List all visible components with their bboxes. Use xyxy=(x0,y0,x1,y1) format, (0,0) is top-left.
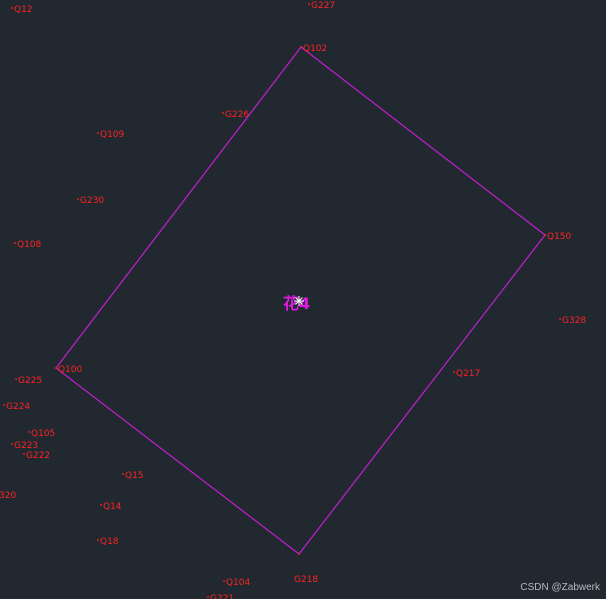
survey-point-marker xyxy=(11,7,13,9)
survey-point-marker xyxy=(300,46,302,48)
survey-point-label: G223 xyxy=(14,441,38,451)
survey-point-q15[interactable]: Q15 xyxy=(122,471,144,481)
survey-point-marker xyxy=(298,553,300,555)
survey-point-marker xyxy=(15,378,17,380)
survey-point-q18[interactable]: Q18 xyxy=(97,537,119,547)
survey-point-label: Q104 xyxy=(226,578,251,588)
survey-point-q12[interactable]: Q12 xyxy=(11,5,33,15)
survey-point-label: Q14 xyxy=(103,502,122,512)
parcel-center-label[interactable]: 花4 xyxy=(283,294,310,313)
survey-point-g328[interactable]: G328 xyxy=(559,316,586,326)
survey-point-label: G224 xyxy=(6,402,30,412)
survey-point-label: Q108 xyxy=(17,240,42,250)
survey-point-g224[interactable]: G224 xyxy=(3,402,30,412)
survey-point-label: Q15 xyxy=(125,471,144,481)
survey-point-q108[interactable]: Q108 xyxy=(14,240,42,250)
survey-point-label: Q105 xyxy=(31,429,55,439)
survey-point-label: Q102 xyxy=(303,44,327,54)
survey-point-marker xyxy=(14,242,16,244)
survey-point-label: Q100 xyxy=(58,365,83,375)
survey-point-g225[interactable]: G225 xyxy=(15,376,42,386)
survey-point-marker xyxy=(97,539,99,541)
survey-point-g226[interactable]: G226 xyxy=(222,110,249,120)
survey-point-g222[interactable]: G222 xyxy=(23,451,50,461)
survey-point-marker xyxy=(77,198,79,200)
survey-point-marker xyxy=(55,367,57,369)
drawing-surface[interactable]: Q12 G227 Q102 G226 Q109 G230 Q108 Q150 G328 G225 Q… xyxy=(0,0,606,599)
survey-point-marker xyxy=(23,453,25,455)
survey-point-label: Q109 xyxy=(100,130,125,140)
survey-point-marker xyxy=(544,234,546,236)
survey-point-marker xyxy=(308,3,310,5)
survey-point-marker xyxy=(100,504,102,506)
survey-point-marker xyxy=(11,443,13,445)
survey-point-marker xyxy=(3,404,5,406)
csdn-watermark: CSDN @Zabwerk xyxy=(520,582,600,593)
survey-point-g227[interactable]: G227 xyxy=(308,1,335,11)
survey-point-q102[interactable]: Q102 xyxy=(300,44,327,54)
survey-point-label: Q150 xyxy=(547,232,572,242)
survey-point-q105[interactable]: Q105 xyxy=(28,429,55,439)
survey-point-label: G225 xyxy=(18,376,42,386)
survey-point-g221[interactable]: G221 xyxy=(207,594,234,599)
survey-point-label: G221 xyxy=(210,594,234,599)
survey-point-label: G222 xyxy=(26,451,50,461)
survey-point-label: Q12 xyxy=(14,5,33,15)
survey-point-320[interactable]: 320 xyxy=(0,491,16,501)
survey-point-label: G328 xyxy=(562,316,586,326)
survey-point-marker xyxy=(222,112,224,114)
cad-drawing-canvas[interactable]: Q12 G227 Q102 G226 Q109 G230 Q108 Q150 G328 G225 Q… xyxy=(0,0,606,599)
survey-point-label: Q217 xyxy=(456,369,480,379)
survey-point-g230[interactable]: G230 xyxy=(77,196,104,206)
survey-point-marker xyxy=(122,473,124,475)
survey-point-label: 320 xyxy=(0,491,16,501)
survey-point-label: G227 xyxy=(311,1,335,11)
survey-point-q109[interactable]: Q109 xyxy=(97,130,125,140)
survey-point-marker xyxy=(97,132,99,134)
survey-point-g218[interactable]: G218 xyxy=(294,553,318,585)
survey-point-q150[interactable]: Q150 xyxy=(544,232,572,242)
survey-point-label: G218 xyxy=(294,575,318,585)
survey-point-marker xyxy=(207,596,209,598)
survey-point-marker xyxy=(559,318,561,320)
survey-point-q104[interactable]: Q104 xyxy=(223,578,251,588)
survey-point-marker xyxy=(453,371,455,373)
survey-point-g223[interactable]: G223 xyxy=(11,441,38,451)
survey-point-q100[interactable]: Q100 xyxy=(55,365,83,375)
survey-point-label: G230 xyxy=(80,196,104,206)
survey-point-label: Q18 xyxy=(100,537,119,547)
survey-point-marker xyxy=(223,580,225,582)
survey-point-marker xyxy=(28,431,30,433)
survey-point-q14[interactable]: Q14 xyxy=(100,502,122,512)
crosshair-cursor-icon xyxy=(294,296,304,306)
survey-point-q217[interactable]: Q217 xyxy=(453,369,480,379)
survey-point-label: G226 xyxy=(225,110,249,120)
